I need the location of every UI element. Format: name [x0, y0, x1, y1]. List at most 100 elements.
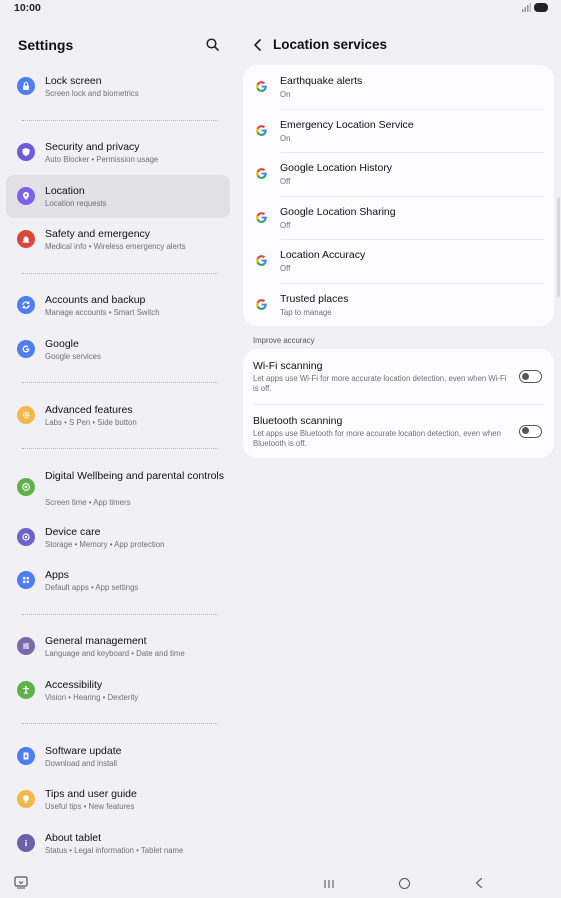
toggle-description: Let apps use Bluetooth for more accurate…: [253, 428, 501, 448]
lightbulb-icon: [17, 790, 35, 809]
settings-title: Settings: [18, 37, 74, 53]
lock-icon: [17, 77, 35, 95]
google-g-icon: [17, 339, 35, 358]
google-g-icon: [256, 81, 267, 92]
service-google-location-sharing[interactable]: Google Location Sharing Off: [243, 195, 554, 240]
bluetooth-scanning-row[interactable]: Bluetooth scanning Let apps use Bluetoot…: [243, 403, 554, 459]
item-title: Software update: [45, 744, 122, 757]
service-emergency-location[interactable]: Emergency Location Service On: [243, 108, 554, 153]
item-subtitle: Location requests: [45, 198, 107, 208]
apps-grid-icon: [17, 571, 35, 590]
back-arrow-icon[interactable]: [251, 37, 265, 53]
settings-item-software-update[interactable]: Software update Download and install: [6, 735, 230, 779]
home-icon[interactable]: [399, 878, 410, 889]
device-care-icon: [17, 527, 35, 546]
settings-item-about-tablet[interactable]: About tablet Status • Legal information …: [6, 822, 230, 866]
battery-icon: [534, 3, 548, 12]
service-status: Off: [280, 264, 291, 274]
wellbeing-icon: [17, 477, 35, 496]
toggle-title: Wi-Fi scanning: [253, 360, 323, 372]
settings-item-accessibility[interactable]: Accessibility Vision • Hearing • Dexteri…: [6, 669, 230, 713]
settings-item-digital-wellbeing[interactable]: Digital Wellbeing and parental controls …: [6, 460, 230, 516]
item-title: Accessibility: [45, 678, 103, 691]
item-subtitle: Medical info • Wireless emergency alerts: [45, 242, 186, 252]
back-icon[interactable]: [474, 877, 484, 889]
service-trusted-places[interactable]: Trusted places Tap to manage: [243, 282, 554, 327]
divider: [6, 712, 230, 734]
item-title: Safety and emergency: [45, 228, 151, 241]
wifi-scanning-row[interactable]: Wi-Fi scanning Let apps use Wi-Fi for mo…: [243, 349, 554, 404]
settings-item-safety[interactable]: Safety and emergency Medical info • Wire…: [6, 218, 230, 262]
item-subtitle: Download and install: [45, 758, 117, 768]
status-time: 10:00: [14, 2, 41, 14]
sync-icon: [17, 296, 35, 315]
location-pin-icon: [17, 186, 35, 205]
item-subtitle: Screen time • App timers: [45, 497, 131, 507]
item-title: Digital Wellbeing and parental controls: [45, 469, 224, 482]
item-title: Accounts and backup: [45, 294, 146, 307]
settings-list: Lock screen Screen lock and biometrics S…: [6, 65, 230, 866]
divider: [6, 109, 230, 131]
settings-item-tips[interactable]: Tips and user guide Useful tips • New fe…: [6, 778, 230, 822]
item-title: Google: [45, 337, 79, 350]
page-title: Location services: [273, 37, 388, 52]
signal-icon: [522, 3, 531, 12]
service-status: On: [280, 90, 291, 99]
search-icon[interactable]: [205, 37, 221, 53]
item-title: Device care: [45, 525, 101, 538]
wifi-scanning-toggle[interactable]: [519, 370, 542, 383]
google-g-icon: [256, 124, 267, 136]
settings-item-accounts[interactable]: Accounts and backup Manage accounts • Sm…: [6, 284, 230, 328]
settings-item-general-management[interactable]: General management Language and keyboard…: [6, 625, 230, 669]
item-title: Location: [45, 184, 85, 197]
service-google-location-history[interactable]: Google Location History Off: [243, 152, 554, 196]
service-title: Emergency Location Service: [280, 118, 414, 131]
item-title: Apps: [45, 569, 69, 582]
settings-item-lock-screen[interactable]: Lock screen Screen lock and biometrics: [6, 65, 230, 109]
service-title: Google Location History: [280, 162, 393, 175]
item-subtitle: Useful tips • New features: [45, 802, 135, 812]
location-services-card: Earthquake alerts On Emergency Location …: [243, 65, 554, 326]
service-status: Tap to manage: [280, 307, 332, 317]
settings-item-location[interactable]: Location Location requests: [6, 174, 230, 219]
google-g-icon: [256, 255, 267, 267]
settings-item-apps[interactable]: Apps Default apps • App settings: [6, 559, 230, 603]
recent-apps-icon[interactable]: [323, 878, 335, 890]
item-subtitle: Storage • Memory • App protection: [45, 539, 165, 549]
settings-item-security[interactable]: Security and privacy Auto Blocker • Perm…: [6, 131, 230, 175]
item-subtitle: Vision • Hearing • Dexterity: [45, 692, 139, 702]
improve-accuracy-card: Wi-Fi scanning Let apps use Wi-Fi for mo…: [243, 349, 554, 458]
google-g-icon: [256, 168, 267, 180]
keyboard-icon[interactable]: [14, 876, 28, 889]
software-update-icon: [17, 746, 35, 765]
service-title: Earthquake alerts: [280, 75, 363, 87]
service-status: On: [280, 133, 291, 143]
toggle-knob: [521, 427, 529, 434]
sliders-icon: [17, 637, 35, 656]
item-subtitle: Auto Blocker • Permission usage: [45, 154, 159, 164]
divider: [6, 262, 230, 284]
gear-plus-icon: [17, 405, 35, 424]
settings-item-device-care[interactable]: Device care Storage • Memory • App prote…: [6, 516, 230, 560]
scrollbar[interactable]: [557, 197, 560, 297]
toggle-knob: [521, 372, 529, 380]
item-title: Advanced features: [45, 403, 133, 416]
service-location-accuracy[interactable]: Location Accuracy Off: [243, 239, 554, 283]
item-title: Lock screen: [45, 75, 102, 87]
service-status: Off: [280, 177, 291, 187]
item-subtitle: Status • Legal information • Tablet name: [45, 846, 184, 856]
service-earthquake-alerts[interactable]: Earthquake alerts On: [243, 65, 554, 109]
toggle-description: Let apps use Wi-Fi for more accurate loc…: [253, 374, 507, 393]
google-g-icon: [256, 299, 267, 310]
accessibility-icon: [17, 680, 35, 699]
google-g-icon: [256, 211, 267, 223]
divider: [6, 371, 230, 393]
item-subtitle: Default apps • App settings: [45, 583, 139, 593]
settings-item-advanced-features[interactable]: Advanced features Labs • S Pen • Side bu…: [6, 394, 230, 438]
settings-item-google[interactable]: Google Google services: [6, 328, 230, 372]
shield-icon: [17, 142, 35, 161]
bluetooth-scanning-toggle[interactable]: [519, 424, 542, 438]
emergency-bell-icon: [17, 230, 35, 249]
item-title: About tablet: [45, 832, 102, 845]
service-title: Google Location Sharing: [280, 205, 396, 218]
